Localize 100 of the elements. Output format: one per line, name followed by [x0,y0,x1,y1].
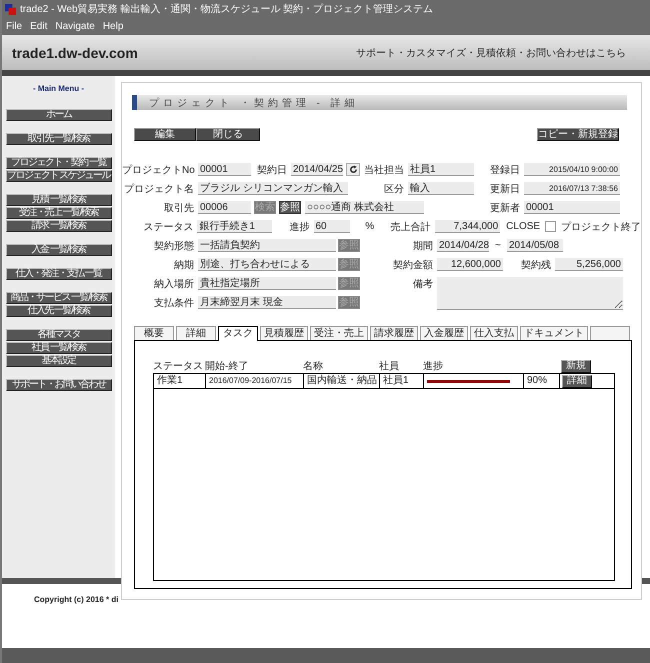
column-header: ステータス [153,360,204,373]
field-label: 更新日 [489,182,520,196]
field-label: 取引先 [163,202,194,214]
text-field[interactable]: 輸入 [408,182,474,195]
text-field[interactable]: 2014/04/25 [291,163,343,176]
menu-button[interactable]: プロジェクト スケジュール [6,170,112,182]
text-field[interactable]: 貴社指定場所 [198,277,336,290]
table-cell: 2016/07/09-2016/07/15 [206,374,304,388]
text-field[interactable]: 一括請負契約 [198,239,336,252]
text-field[interactable]: ブラジル シリコンマンガン輸入 [198,182,348,195]
text-field[interactable]: 社員1 [408,163,474,176]
field-label: 期間 [412,240,433,252]
text-field[interactable]: 銀行手続き1 [197,220,272,233]
text-field[interactable]: 7,344,000 [434,220,500,233]
menu-button[interactable]: 受注・売上 一覧/検索 [6,207,112,219]
copy-button[interactable]: コピー・新規登録 [537,128,619,141]
tab[interactable]: 受注・売上 [310,326,368,340]
menu-title: - Main Menu - [32,84,84,95]
tab[interactable]: 見積履歴 [260,326,308,340]
unit-label: % [365,221,376,232]
menu-item[interactable]: Edit [30,21,48,32]
menu-button[interactable]: 入金 一覧/検索 [6,244,112,256]
field-label: 当社担当 [363,164,404,176]
range-separator: ~ [495,240,502,251]
close-checkbox[interactable] [545,221,556,232]
copyright-text: Copyright (c) 2016 * di [34,595,118,604]
edit-button[interactable]: 編集 [134,128,196,141]
table-cell: 社員1 [380,374,424,388]
menu-button[interactable]: サポート・お問い合わせ [6,379,112,391]
window-title: trade2 - Web貿易実務 輸出輸入・通関・物流スケジュール 契約・プロジェクト管理システム [20,2,434,16]
app-icon [5,4,16,14]
reference-button[interactable]: 参照 [279,201,301,214]
menu-button[interactable]: 商品・サービス 一覧/検索 [6,292,112,304]
field-label: 契約金額 [392,258,433,272]
text-field[interactable]: 00001 [524,201,620,214]
field-label: 納期 [173,258,194,272]
refresh-button[interactable] [346,163,360,176]
menu-button[interactable]: 仕入・発注・支払 一覧 [6,268,112,280]
text-field[interactable]: 00001 [198,163,251,176]
menu-button[interactable]: 社員 一覧/検索 [6,342,112,354]
menu-button[interactable]: 取引先 一覧/検索 [6,133,112,145]
column-header: 社員 [379,360,400,373]
refresh-icon [348,165,358,174]
field-label: ステータス [142,220,194,234]
field-label: プロジェクトNo [122,164,194,176]
new-button[interactable]: 新規 [561,360,591,372]
column-header: 進捗 [423,360,444,373]
menu-button[interactable]: 仕入先 一覧/検索 [6,305,112,317]
menu-button[interactable]: 請求 一覧/検索 [6,220,112,232]
tab[interactable]: 概要 [134,326,174,340]
menu-button[interactable]: 見積 一覧/検索 [6,194,112,206]
menu-button[interactable]: ホーム [6,109,112,121]
tab[interactable]: 仕入支払 [470,326,518,340]
text-field[interactable]: 12,600,000 [437,258,503,271]
column-header: 名称 [303,360,324,373]
text-field[interactable]: 別途、打ち合わせによる [198,258,336,271]
tab[interactable]: 詳細 [176,326,216,340]
field-label: 契約残 [520,258,551,272]
text-field[interactable]: 2015/04/10 9:00:00 [524,163,620,176]
field-label: プロジェクト名 [123,182,194,196]
field-label: 納入場所 [153,278,194,290]
tab[interactable]: 入金履歴 [420,326,468,340]
table-cell: 90% [524,374,560,388]
field-label: 区分 [383,182,404,196]
text-field[interactable]: 2014/05/08 [507,239,563,252]
field-label: 登録日 [489,164,520,176]
tab[interactable]: ドキュメント [520,326,588,340]
column-header: 開始-終了 [205,360,250,373]
field-label: 支払条件 [153,296,194,310]
close-label: CLOSE [506,221,540,232]
support-link[interactable]: サポート・カスタマイズ・見積依頼・お問い合わせはこちら [356,46,626,60]
tab[interactable]: タスク [218,326,258,341]
table-cell: 国内輸送・納品 [304,374,380,388]
field-label: 売上合計 [390,220,431,234]
text-field[interactable]: 2016/07/13 7:38:56 [524,182,620,195]
detail-button[interactable]: 詳細 [562,374,592,388]
close-button[interactable]: 閉じる [196,128,260,141]
remarks-field[interactable] [437,277,623,310]
text-field[interactable]: 60 [314,220,350,233]
text-field[interactable]: 月末締翌月末 現金 [198,296,336,309]
table-cell: 作業1 [154,374,206,388]
section-marker [132,95,137,110]
checkbox-caption: プロジェクト終了 [561,220,641,234]
text-field[interactable]: ○○○○通商 株式会社 [305,201,424,214]
tab[interactable]: 請求履歴 [370,326,418,340]
text-field[interactable]: 00006 [198,201,251,214]
menu-button[interactable]: 基本設定 [6,355,112,367]
field-label: 契約日 [256,164,287,176]
field-label: 備考 [412,278,433,291]
site-name: trade1.dw-dev.com [12,44,138,60]
field-label: 更新者 [489,202,520,214]
field-label: 進捗 [288,220,310,234]
text-field[interactable]: 5,256,000 [555,258,623,271]
menu-button[interactable]: プロジェクト・契約 一覧 [6,157,112,169]
menu-button[interactable]: 各種マスタ [6,329,112,341]
field-label: 契約形態 [153,240,194,252]
menu-item[interactable]: File [6,21,22,32]
text-field[interactable]: 2014/04/28 [437,239,489,252]
menu-item[interactable]: Help [102,21,124,32]
menu-item[interactable]: Navigate [55,21,95,32]
